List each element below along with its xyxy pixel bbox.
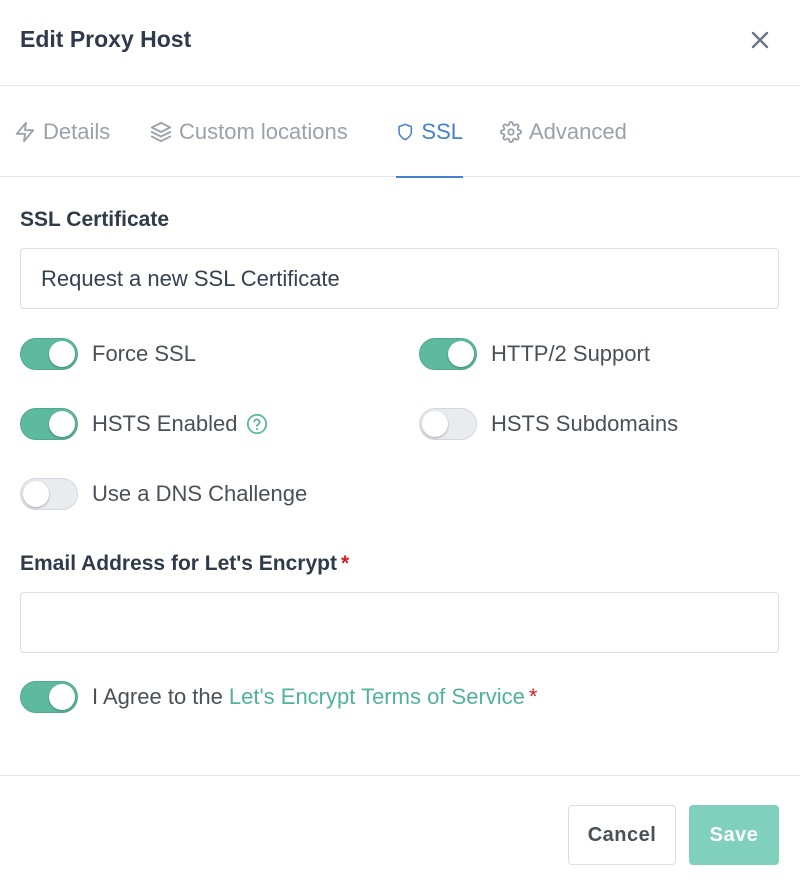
http2-switch[interactable] bbox=[419, 338, 477, 370]
tab-label: Details bbox=[43, 118, 111, 144]
help-icon[interactable] bbox=[246, 413, 268, 435]
modal-footer: Cancel Save bbox=[0, 775, 800, 886]
tab-label: Advanced bbox=[529, 118, 627, 144]
email-input[interactable] bbox=[20, 592, 779, 653]
ssl-certificate-select[interactable]: Request a new SSL Certificate bbox=[20, 248, 779, 309]
force-ssl-switch[interactable] bbox=[20, 338, 78, 370]
layers-icon bbox=[150, 121, 172, 142]
tab-label: Custom locations bbox=[179, 118, 348, 144]
required-mark: * bbox=[528, 684, 538, 709]
dns-challenge-label: Use a DNS Challenge bbox=[92, 481, 308, 506]
hsts-subdomains-toggle-row: HSTS Subdomains bbox=[419, 406, 678, 442]
email-label-text: Email Address for Let's Encrypt bbox=[20, 552, 337, 575]
hsts-subdomains-switch[interactable] bbox=[419, 408, 477, 440]
close-button[interactable] bbox=[744, 24, 776, 56]
tab-ssl[interactable]: SSL bbox=[396, 86, 463, 178]
switch-knob bbox=[422, 411, 448, 437]
switch-knob bbox=[448, 341, 474, 367]
tab-label: SSL bbox=[421, 118, 463, 144]
dns-challenge-switch[interactable] bbox=[20, 478, 78, 510]
agree-prefix: I Agree to the bbox=[92, 684, 223, 709]
tab-custom-locations[interactable]: Custom locations bbox=[150, 86, 348, 177]
cancel-button[interactable]: Cancel bbox=[568, 805, 676, 865]
gear-icon bbox=[500, 120, 522, 143]
agree-toggle-row: I Agree to the Let's Encrypt Terms of Se… bbox=[20, 679, 537, 715]
modal-header: Edit Proxy Host bbox=[0, 0, 800, 86]
hsts-subdomains-label: HSTS Subdomains bbox=[491, 411, 679, 436]
tab-details[interactable]: Details bbox=[14, 86, 110, 177]
switch-knob bbox=[23, 481, 49, 507]
switch-knob bbox=[49, 684, 75, 710]
agree-switch[interactable] bbox=[20, 681, 78, 713]
edit-proxy-host-modal: Edit Proxy Host Details Custom locations… bbox=[0, 0, 800, 886]
switch-knob bbox=[49, 411, 75, 437]
modal-title: Edit Proxy Host bbox=[20, 26, 192, 52]
http2-toggle-row: HTTP/2 Support bbox=[419, 336, 650, 372]
force-ssl-label: Force SSL bbox=[92, 341, 196, 366]
hsts-enabled-toggle-row: HSTS Enabled bbox=[20, 406, 268, 442]
terms-of-service-link[interactable]: Let's Encrypt Terms of Service bbox=[229, 684, 525, 710]
tab-advanced[interactable]: Advanced bbox=[500, 86, 627, 177]
close-icon bbox=[751, 31, 769, 49]
dns-challenge-toggle-row: Use a DNS Challenge bbox=[20, 476, 307, 512]
required-mark: * bbox=[340, 552, 350, 575]
hsts-enabled-label: HSTS Enabled bbox=[92, 411, 238, 436]
email-label: Email Address for Let's Encrypt * bbox=[20, 552, 349, 576]
save-button[interactable]: Save bbox=[689, 805, 779, 865]
shield-icon bbox=[398, 123, 413, 140]
zap-icon bbox=[15, 121, 35, 142]
switch-knob bbox=[49, 341, 75, 367]
ssl-certificate-label: SSL Certificate bbox=[20, 208, 169, 231]
http2-label: HTTP/2 Support bbox=[491, 341, 650, 366]
tab-bar: Details Custom locations SSL Advanced bbox=[0, 86, 800, 178]
hsts-enabled-switch[interactable] bbox=[20, 408, 78, 440]
ssl-certificate-value: Request a new SSL Certificate bbox=[41, 265, 340, 291]
force-ssl-toggle-row: Force SSL bbox=[20, 336, 196, 372]
